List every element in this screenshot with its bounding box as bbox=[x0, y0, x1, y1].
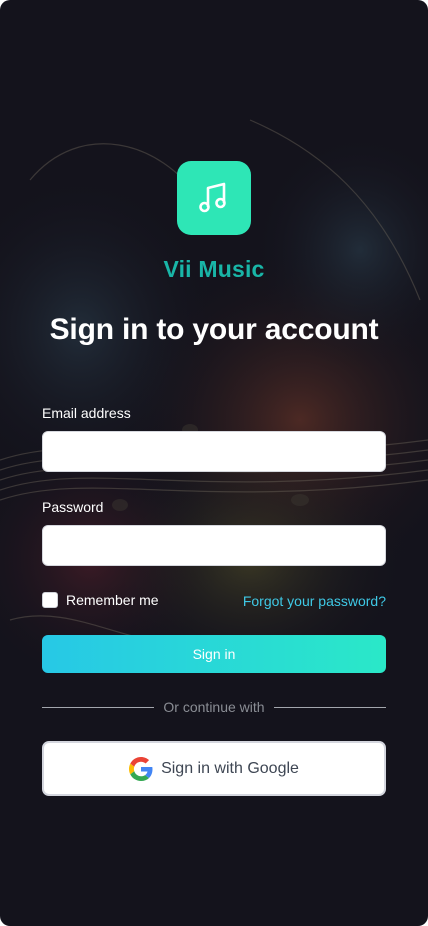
app-logo bbox=[177, 161, 251, 235]
google-sign-in-button[interactable]: Sign in with Google bbox=[42, 741, 386, 796]
music-note-icon bbox=[199, 182, 226, 213]
sign-in-content: Vii Music Sign in to your account Email … bbox=[0, 0, 428, 926]
sign-in-button[interactable]: Sign in bbox=[42, 635, 386, 673]
password-label: Password bbox=[42, 499, 104, 515]
email-label: Email address bbox=[42, 405, 131, 421]
remember-me-label[interactable]: Remember me bbox=[66, 592, 159, 608]
remember-me-row: Remember me bbox=[42, 592, 159, 608]
remember-me-checkbox[interactable] bbox=[42, 592, 58, 608]
sign-in-screen: Vii Music Sign in to your account Email … bbox=[0, 0, 428, 926]
email-field[interactable] bbox=[42, 431, 386, 472]
app-name: Vii Music bbox=[163, 256, 265, 282]
google-sign-in-label: Sign in with Google bbox=[161, 759, 299, 777]
divider-line-right bbox=[273, 706, 387, 708]
forgot-password-link[interactable]: Forgot your password? bbox=[243, 593, 386, 609]
google-icon bbox=[129, 756, 153, 781]
divider-line-left bbox=[42, 706, 155, 708]
password-field[interactable] bbox=[42, 525, 386, 566]
divider-text: Or continue with bbox=[163, 699, 265, 715]
page-title: Sign in to your account bbox=[49, 313, 379, 346]
continue-with-divider: Or continue with bbox=[42, 698, 387, 716]
